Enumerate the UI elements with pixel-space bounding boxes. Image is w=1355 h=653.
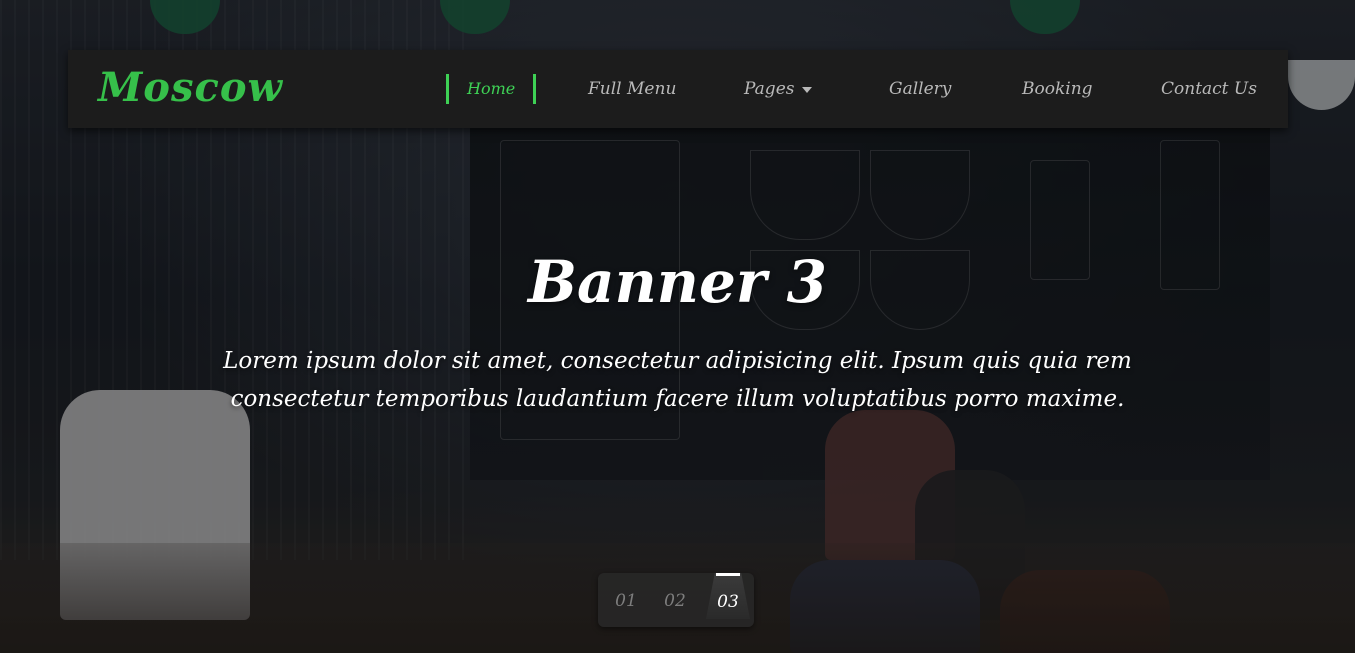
nav-item-label: Pages xyxy=(744,79,795,99)
caret-down-icon xyxy=(802,86,813,93)
slider-pagination: 01 02 03 xyxy=(598,573,754,627)
banner-description: Lorem ipsum dolor sit amet, consectetur … xyxy=(223,348,1132,412)
nav-item-home[interactable]: Home xyxy=(446,74,537,104)
top-navbar: Moscow Home Full Menu Pages Gallery Book… xyxy=(68,50,1288,128)
nav-item-label: Full Menu xyxy=(588,79,677,99)
nav-item-label: Gallery xyxy=(889,79,952,99)
nav-item-booking[interactable]: Booking xyxy=(1022,74,1093,104)
nav-item-gallery[interactable]: Gallery xyxy=(889,74,951,104)
slide-button-01[interactable]: 01 xyxy=(606,587,646,615)
slide-button-02[interactable]: 02 xyxy=(655,587,695,615)
nav-item-full-menu[interactable]: Full Menu xyxy=(588,74,676,104)
banner-title: Banner 3 xyxy=(528,248,827,316)
nav-item-label: Contact Us xyxy=(1161,79,1257,99)
nav-menu: Home Full Menu Pages Gallery Booking Con… xyxy=(68,50,1288,128)
nav-item-contact-us[interactable]: Contact Us xyxy=(1161,74,1257,104)
nav-item-pages[interactable]: Pages xyxy=(744,74,813,104)
slide-button-03[interactable]: 03 xyxy=(706,573,750,619)
nav-item-label: Booking xyxy=(1022,79,1093,99)
